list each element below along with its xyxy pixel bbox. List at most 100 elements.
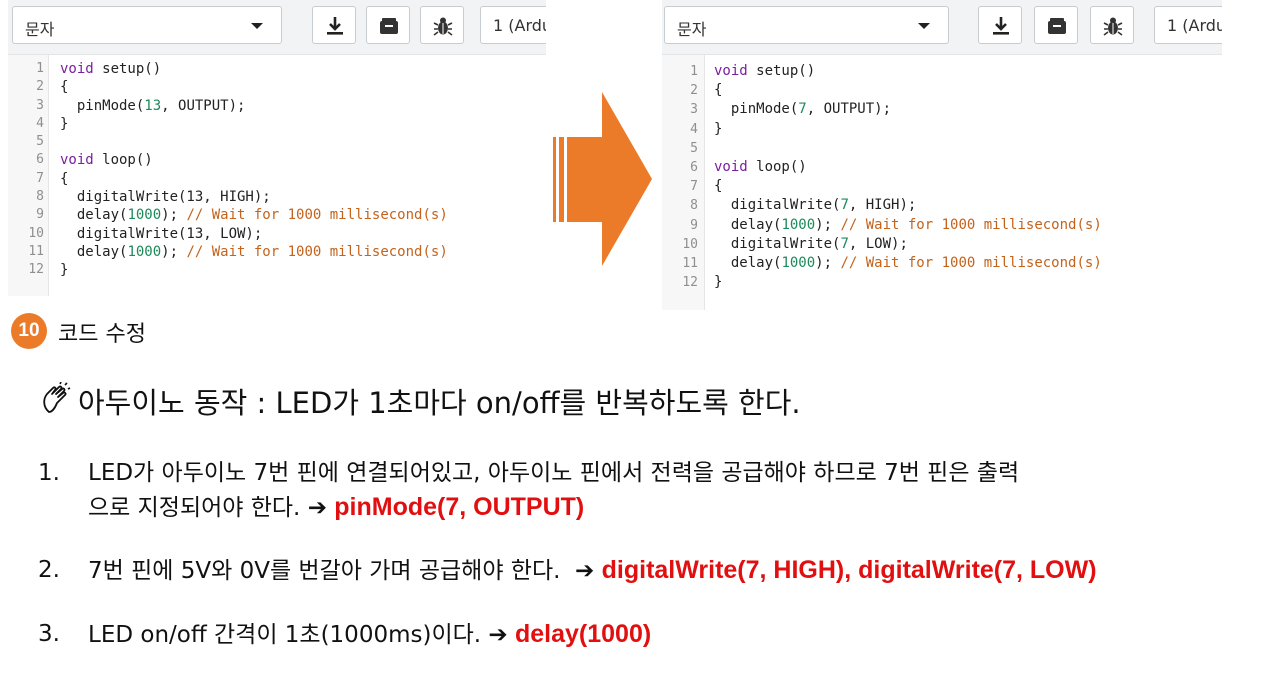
code-lines: 1 void setup() 2 {3 pinMode(7, OUTPUT); 4} 5 6… xyxy=(662,62,1222,292)
step-number-badge: 10 xyxy=(11,313,47,349)
editor-toolbar: 문자 1 (Ardu xyxy=(8,0,546,55)
download-button[interactable] xyxy=(978,6,1022,44)
code-text: delay(1000); // Wait for 1000 millisecon… xyxy=(60,207,448,224)
board-selector-label: 1 (Ardu xyxy=(493,16,546,35)
code-line: 12} xyxy=(8,261,546,279)
line-number: 2 xyxy=(690,83,698,99)
code-text: } xyxy=(714,120,723,137)
code-line: 2{ xyxy=(8,78,546,96)
code-line: 9 delay(1000); // Wait for 1000 millisec… xyxy=(8,206,546,224)
code-line: 8 digitalWrite(13, HIGH); xyxy=(8,188,546,206)
code-text: void loop() xyxy=(714,158,807,175)
board-selector[interactable]: 1 (Ardu xyxy=(1154,6,1222,44)
code-editor-before: 문자 1 (Ardu xyxy=(8,0,546,296)
editor-mode-label: 문자 xyxy=(25,20,55,39)
code-line: 11 delay(1000); // Wait for 1000 millise… xyxy=(662,254,1222,273)
editor-mode-label: 문자 xyxy=(677,20,707,39)
code-line: 10 digitalWrite(13, LOW); xyxy=(8,225,546,243)
code-line: 9 delay(1000); // Wait for 1000 millisec… xyxy=(662,216,1222,235)
download-icon xyxy=(993,17,1009,35)
code-line: 7{ xyxy=(662,177,1222,196)
code-editor-after: 문자 1 (Ardu 1 void setup() 2 {3 pinMode(… xyxy=(662,0,1222,310)
line-number: 9 xyxy=(690,217,698,233)
line-number: 4 xyxy=(690,121,698,137)
section-heading-text: 아두이노 동작 : LED가 1초마다 on/off를 반복하도록 한다. xyxy=(78,386,801,420)
download-icon xyxy=(327,17,343,35)
code-text: delay(1000); // Wait for 1000 millisecon… xyxy=(714,254,1102,271)
line-number: 10 xyxy=(28,225,44,241)
transform-arrow-icon xyxy=(553,92,652,266)
line-number: 5 xyxy=(36,134,44,150)
line-number: 2 xyxy=(36,79,44,95)
serial-monitor-icon xyxy=(1048,18,1066,34)
code-text: } xyxy=(60,262,69,279)
line-number: 9 xyxy=(36,207,44,223)
editor-mode-dropdown[interactable]: 문자 xyxy=(12,6,282,44)
debug-bug-icon xyxy=(1103,17,1123,36)
code-line: 5 xyxy=(662,139,1222,158)
line-number: 1 xyxy=(690,64,698,79)
line-number: 12 xyxy=(682,275,698,291)
serial-monitor-button[interactable] xyxy=(1034,6,1078,44)
debug-bug-icon xyxy=(433,17,453,36)
code-text: { xyxy=(714,178,723,195)
code-line: 6 void loop() xyxy=(8,151,546,169)
line-number: 12 xyxy=(28,262,44,278)
code-text: digitalWrite(13, LOW); xyxy=(60,225,263,242)
line-number: 4 xyxy=(36,115,44,131)
line-number: 1 xyxy=(36,61,44,76)
editor-mode-dropdown[interactable]: 문자 xyxy=(664,6,949,44)
line-number: 3 xyxy=(690,102,698,118)
list-item-number: 2. xyxy=(38,557,60,583)
line-number: 7 xyxy=(690,179,698,195)
line-number: 6 xyxy=(690,159,698,175)
code-line: 5 xyxy=(8,133,546,151)
code-highlight: digitalWrite(7, HIGH), digitalWrite(7, L… xyxy=(601,556,1097,584)
caret-down-icon xyxy=(251,23,263,29)
code-text: digitalWrite(13, HIGH); xyxy=(60,189,271,206)
list-item-text: LED on/off 간격이 1초(1000ms)이다. xyxy=(88,622,482,648)
right-arrow-icon: ➔ xyxy=(488,622,508,648)
debug-button[interactable] xyxy=(420,6,464,44)
code-text: void setup() xyxy=(60,61,162,77)
code-line: 3 pinMode(13, OUTPUT); xyxy=(8,97,546,115)
code-text: pinMode(7, OUTPUT); xyxy=(714,101,892,118)
debug-button[interactable] xyxy=(1090,6,1134,44)
code-line: 11 delay(1000); // Wait for 1000 millise… xyxy=(8,243,546,261)
code-highlight: delay(1000) xyxy=(514,620,652,648)
code-line: 6 void loop() xyxy=(662,158,1222,177)
code-text: { xyxy=(60,170,69,187)
code-line: 4} xyxy=(8,115,546,133)
list-item-number: 1. xyxy=(38,460,60,486)
list-item-text: LED가 아두이노 7번 핀에 연결되어있고, 아두이노 핀에서 전력을 공급해… xyxy=(88,460,1020,486)
download-button[interactable] xyxy=(312,6,356,44)
code-lines: 1 void setup() 2{3 pinMode(13, OUTPUT); 4} 5… xyxy=(8,60,546,280)
right-arrow-icon: ➔ xyxy=(575,558,595,584)
code-highlight: pinMode(7, OUTPUT) xyxy=(334,493,585,521)
serial-monitor-button[interactable] xyxy=(366,6,410,44)
code-text: } xyxy=(60,115,69,132)
line-number: 8 xyxy=(36,189,44,205)
list-item-text: 으로 지정되어야 한다. xyxy=(88,495,301,521)
code-text: digitalWrite(7, LOW); xyxy=(714,235,908,252)
line-number: 5 xyxy=(690,140,698,156)
board-selector-label: 1 (Ardu xyxy=(1167,16,1222,35)
code-area[interactable]: 1 void setup() 2{3 pinMode(13, OUTPUT); 4} 5… xyxy=(8,55,546,296)
editor-toolbar: 문자 1 (Ardu xyxy=(662,0,1222,55)
code-line: 3 pinMode(7, OUTPUT); xyxy=(662,100,1222,119)
step-title: 코드 수정 xyxy=(58,322,146,347)
code-text: void setup() xyxy=(714,63,816,79)
section-heading: 아두이노 동작 : LED가 1초마다 on/off를 반복하도록 한다. xyxy=(40,380,801,423)
line-number: 11 xyxy=(28,243,44,259)
serial-monitor-icon xyxy=(380,18,398,34)
code-area[interactable]: 1 void setup() 2 {3 pinMode(7, OUTPUT); 4} 5 6… xyxy=(662,55,1222,310)
board-selector[interactable]: 1 (Ardu xyxy=(480,6,546,44)
code-text: delay(1000); // Wait for 1000 millisecon… xyxy=(714,216,1102,233)
line-number: 10 xyxy=(682,236,698,252)
code-line: 8 digitalWrite(7, HIGH); xyxy=(662,196,1222,215)
code-text: digitalWrite(7, HIGH); xyxy=(714,197,917,214)
right-arrow-icon: ➔ xyxy=(307,495,327,521)
code-line: 1 void setup() xyxy=(662,62,1222,81)
code-text: void loop() xyxy=(60,152,153,169)
caret-down-icon xyxy=(918,23,930,29)
